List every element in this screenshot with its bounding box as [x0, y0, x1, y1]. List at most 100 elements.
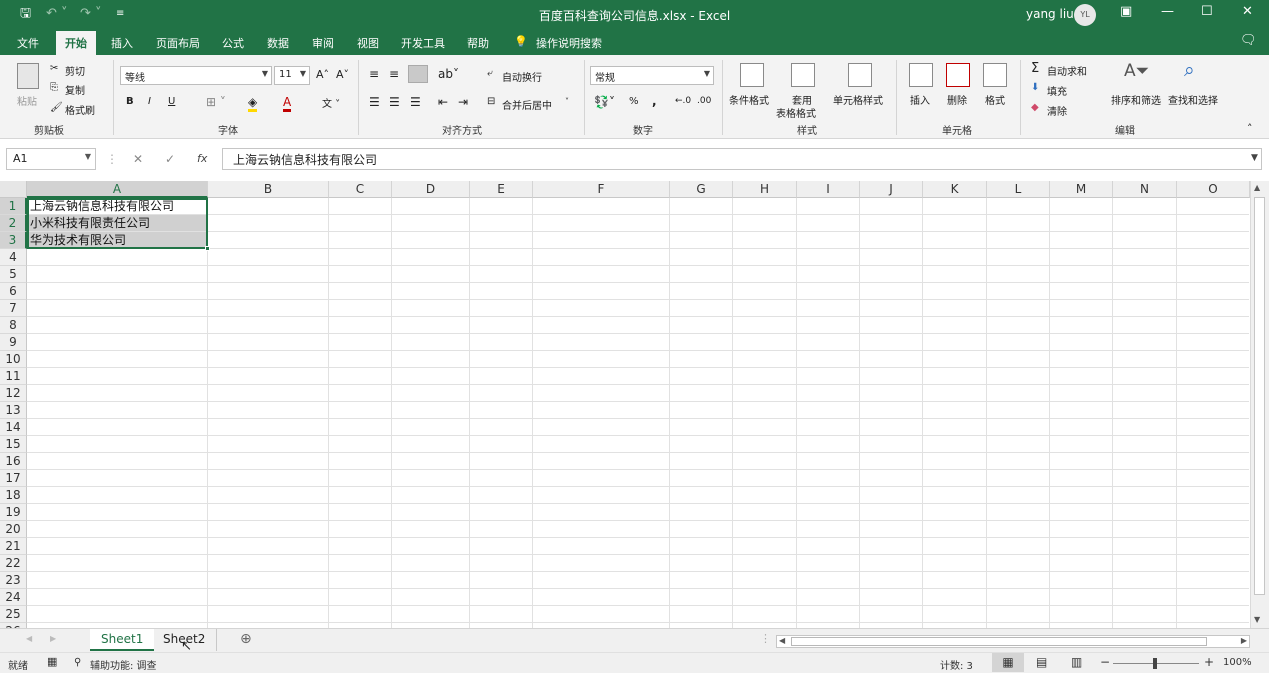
- eraser-icon[interactable]: ◆: [1031, 102, 1039, 113]
- ribbon-display-icon[interactable]: ▣: [1120, 4, 1132, 19]
- percent-button[interactable]: %: [629, 96, 639, 107]
- column-header[interactable]: J: [860, 181, 923, 198]
- row-header[interactable]: 18: [0, 487, 27, 504]
- row-header[interactable]: 22: [0, 555, 27, 572]
- number-format-combo[interactable]: 常规 ▼: [590, 66, 714, 85]
- row-header[interactable]: 15: [0, 436, 27, 453]
- align-center-icon[interactable]: ☰: [389, 95, 400, 109]
- italic-button[interactable]: I: [148, 96, 151, 107]
- tab-file[interactable]: 文件: [17, 35, 39, 51]
- tab-review[interactable]: 审阅: [312, 35, 334, 51]
- expand-formula-icon[interactable]: ▼: [1251, 153, 1258, 163]
- increase-indent-icon[interactable]: ⇥: [458, 95, 468, 109]
- row-header[interactable]: 21: [0, 538, 27, 555]
- scroll-left-icon[interactable]: ◀: [779, 636, 785, 645]
- currency-icon[interactable]: 💱˅: [594, 95, 615, 109]
- fill-button[interactable]: 填充: [1047, 83, 1067, 98]
- clear-button[interactable]: 清除: [1047, 103, 1067, 118]
- delete-cells-button[interactable]: 删除: [947, 92, 967, 107]
- find-select-button[interactable]: 查找和选择: [1168, 92, 1218, 107]
- conditional-format-icon[interactable]: [740, 63, 764, 87]
- cell-styles-button[interactable]: 单元格样式: [833, 92, 883, 107]
- column-header[interactable]: L: [987, 181, 1050, 198]
- paste-icon[interactable]: [17, 63, 39, 89]
- font-name-combo[interactable]: 等线 ▼: [120, 66, 272, 85]
- enter-icon[interactable]: ✓: [165, 152, 175, 166]
- row-header[interactable]: 20: [0, 521, 27, 538]
- copy-button[interactable]: 复制: [65, 82, 85, 97]
- tell-me-search[interactable]: 操作说明搜索: [536, 35, 602, 51]
- next-sheet-icon[interactable]: ▶: [50, 634, 56, 643]
- phonetic-icon[interactable]: 文 ˅: [322, 95, 340, 110]
- scroll-thumb[interactable]: [791, 637, 1207, 646]
- sort-filter-button[interactable]: 排序和筛选: [1111, 92, 1161, 107]
- collapse-ribbon-icon[interactable]: ˄: [1247, 122, 1253, 135]
- column-header[interactable]: E: [470, 181, 533, 198]
- fill-handle[interactable]: [205, 246, 210, 251]
- accessibility-icon[interactable]: ⚲: [74, 657, 81, 668]
- row-header[interactable]: 1: [0, 198, 27, 215]
- macro-record-icon[interactable]: ▦: [47, 655, 57, 668]
- shrink-font-icon[interactable]: A˅: [336, 68, 349, 81]
- wrap-text-button[interactable]: 自动换行: [502, 69, 542, 84]
- bold-button[interactable]: B: [126, 96, 134, 107]
- orientation-icon[interactable]: ab˅: [438, 67, 459, 81]
- format-cells-icon[interactable]: [983, 63, 1007, 87]
- name-box[interactable]: A1 ▼: [6, 148, 96, 170]
- accessibility-status[interactable]: 辅助功能: 调查: [90, 657, 157, 672]
- format-cells-button[interactable]: 格式: [985, 92, 1005, 107]
- align-right-icon[interactable]: ☰: [410, 95, 421, 109]
- row-header[interactable]: 5: [0, 266, 27, 283]
- cell-styles-icon[interactable]: [848, 63, 872, 87]
- delete-cells-icon[interactable]: [946, 63, 970, 87]
- decrease-indent-icon[interactable]: ⇤: [438, 95, 448, 109]
- border-icon[interactable]: ⊞ ˅: [206, 95, 226, 109]
- insert-cells-button[interactable]: 插入: [910, 92, 930, 107]
- fill-color-icon[interactable]: ◈: [248, 95, 258, 112]
- page-break-view-icon[interactable]: ▥: [1071, 655, 1082, 669]
- cut-icon[interactable]: ✂: [50, 63, 58, 74]
- column-header[interactable]: I: [797, 181, 860, 198]
- normal-view-icon[interactable]: ▦: [992, 653, 1024, 672]
- vertical-scrollbar[interactable]: ▲ ▼: [1250, 181, 1269, 628]
- align-bottom-icon[interactable]: [408, 65, 428, 83]
- user-name[interactable]: yang liu: [1026, 7, 1074, 21]
- scroll-up-icon[interactable]: ▲: [1254, 183, 1260, 192]
- tab-split-icon[interactable]: ⋮: [760, 632, 771, 645]
- tab-developer[interactable]: 开发工具: [401, 35, 445, 51]
- row-header[interactable]: 10: [0, 351, 27, 368]
- sigma-icon[interactable]: Σ: [1031, 61, 1039, 76]
- zoom-level[interactable]: 100%: [1223, 657, 1252, 668]
- tab-page-layout[interactable]: 页面布局: [156, 35, 200, 51]
- row-header[interactable]: 11: [0, 368, 27, 385]
- row-header[interactable]: 3: [0, 232, 27, 249]
- row-header[interactable]: 13: [0, 402, 27, 419]
- worksheet-grid[interactable]: A B C D E F G H I J K L M N O 1 2 3 4 5 …: [0, 181, 1269, 628]
- column-header[interactable]: G: [670, 181, 733, 198]
- column-header[interactable]: H: [733, 181, 797, 198]
- row-header[interactable]: 8: [0, 317, 27, 334]
- align-middle-icon[interactable]: ≡: [389, 67, 399, 81]
- align-left-icon[interactable]: ☰: [369, 95, 380, 109]
- row-header[interactable]: 16: [0, 453, 27, 470]
- decrease-decimal-icon[interactable]: .00: [697, 96, 711, 106]
- sheet-tab-sheet1[interactable]: Sheet1: [90, 629, 155, 651]
- column-header[interactable]: M: [1050, 181, 1113, 198]
- cut-button[interactable]: 剪切: [65, 63, 85, 78]
- formula-input[interactable]: 上海云钠信息科技有限公司: [222, 148, 1262, 170]
- tab-data[interactable]: 数据: [267, 35, 289, 51]
- row-header[interactable]: 14: [0, 419, 27, 436]
- select-all-button[interactable]: [0, 181, 27, 198]
- format-painter-button[interactable]: 格式刷: [65, 102, 95, 117]
- brush-icon[interactable]: 🖌: [50, 102, 63, 113]
- column-header[interactable]: D: [392, 181, 470, 198]
- column-header[interactable]: K: [923, 181, 987, 198]
- format-as-table-line2[interactable]: 表格格式: [776, 105, 816, 120]
- horizontal-scrollbar[interactable]: ◀ ▶: [776, 635, 1250, 648]
- column-header[interactable]: N: [1113, 181, 1177, 198]
- column-header[interactable]: F: [533, 181, 670, 198]
- maximize-icon[interactable]: ☐: [1201, 4, 1213, 19]
- page-layout-view-icon[interactable]: ▤: [1036, 655, 1047, 669]
- chevron-down-icon[interactable]: ˅: [565, 97, 569, 106]
- tab-formulas[interactable]: 公式: [222, 35, 244, 51]
